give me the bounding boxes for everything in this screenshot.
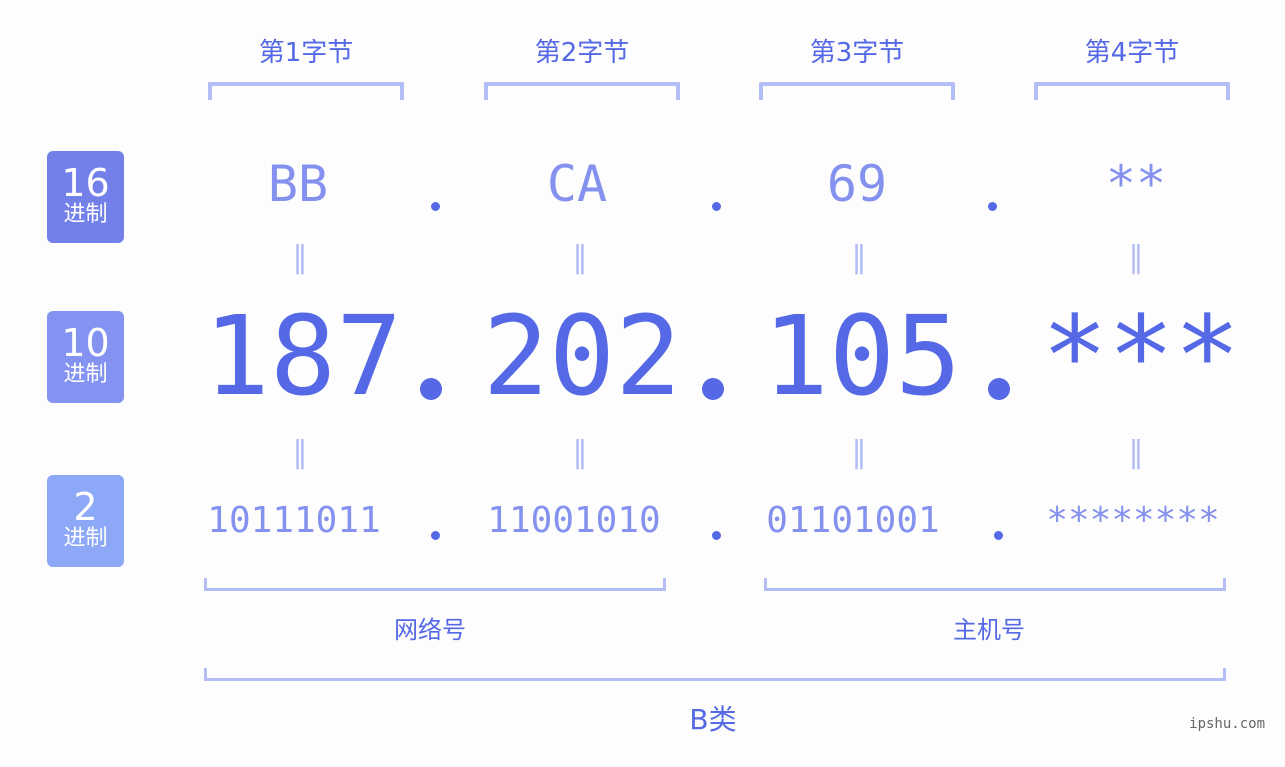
- hex-base: 16: [61, 161, 110, 205]
- byte-bracket-4: [1034, 82, 1230, 100]
- hex-byte-2: CA: [546, 155, 608, 213]
- bin-base: 2: [73, 485, 98, 529]
- bin-dot-3: [994, 531, 1003, 540]
- hex-dot-3: [988, 202, 997, 211]
- dec-dot-2: [702, 378, 724, 400]
- byte-header-4: 第4字节: [1084, 38, 1180, 68]
- network-label: 网络号: [394, 616, 466, 644]
- hex-dot-1: [431, 202, 440, 211]
- dec-byte-3: 105: [762, 292, 962, 420]
- equals-hex-dec-1: ‖: [292, 240, 308, 275]
- bin-byte-2: 11001010: [487, 500, 661, 541]
- byte-header-1: 第1字节: [258, 38, 354, 68]
- hex-badge: 16 进制: [47, 151, 124, 243]
- bin-dot-1: [431, 531, 440, 540]
- dec-byte-4: ***: [1041, 292, 1241, 420]
- bin-byte-3: 01101001: [766, 500, 940, 541]
- bin-unit: 进制: [63, 526, 108, 551]
- byte-bracket-2: [484, 82, 680, 100]
- bin-byte-4: ********: [1046, 500, 1220, 541]
- byte-header-3: 第3字节: [809, 38, 905, 68]
- hex-unit: 进制: [63, 202, 108, 227]
- dec-byte-2: 202: [482, 292, 682, 420]
- host-bracket: [764, 578, 1226, 591]
- host-label: 主机号: [953, 616, 1025, 644]
- hex-byte-1: BB: [267, 155, 329, 213]
- bin-badge: 2 进制: [47, 475, 124, 567]
- equals-dec-bin-1: ‖: [292, 435, 308, 470]
- byte-bracket-1: [208, 82, 404, 100]
- class-bracket: [204, 668, 1226, 681]
- byte-bracket-3: [759, 82, 955, 100]
- dec-badge: 10 进制: [47, 311, 124, 403]
- equals-dec-bin-3: ‖: [851, 435, 867, 470]
- equals-hex-dec-4: ‖: [1128, 240, 1144, 275]
- dec-byte-1: 187: [203, 292, 403, 420]
- dec-base: 10: [61, 321, 110, 365]
- dec-unit: 进制: [63, 362, 108, 387]
- hex-byte-3: 69: [826, 155, 888, 213]
- class-label: B类: [689, 703, 737, 736]
- hex-dot-2: [712, 202, 721, 211]
- watermark: ipshu.com: [1189, 716, 1265, 732]
- equals-dec-bin-2: ‖: [572, 435, 588, 470]
- equals-hex-dec-2: ‖: [572, 240, 588, 275]
- hex-byte-4: **: [1105, 155, 1167, 213]
- dec-dot-1: [420, 378, 442, 400]
- bin-dot-2: [712, 531, 721, 540]
- network-bracket: [204, 578, 666, 591]
- byte-header-2: 第2字节: [534, 38, 630, 68]
- dec-dot-3: [988, 378, 1010, 400]
- bin-byte-1: 10111011: [207, 500, 381, 541]
- equals-dec-bin-4: ‖: [1128, 435, 1144, 470]
- equals-hex-dec-3: ‖: [851, 240, 867, 275]
